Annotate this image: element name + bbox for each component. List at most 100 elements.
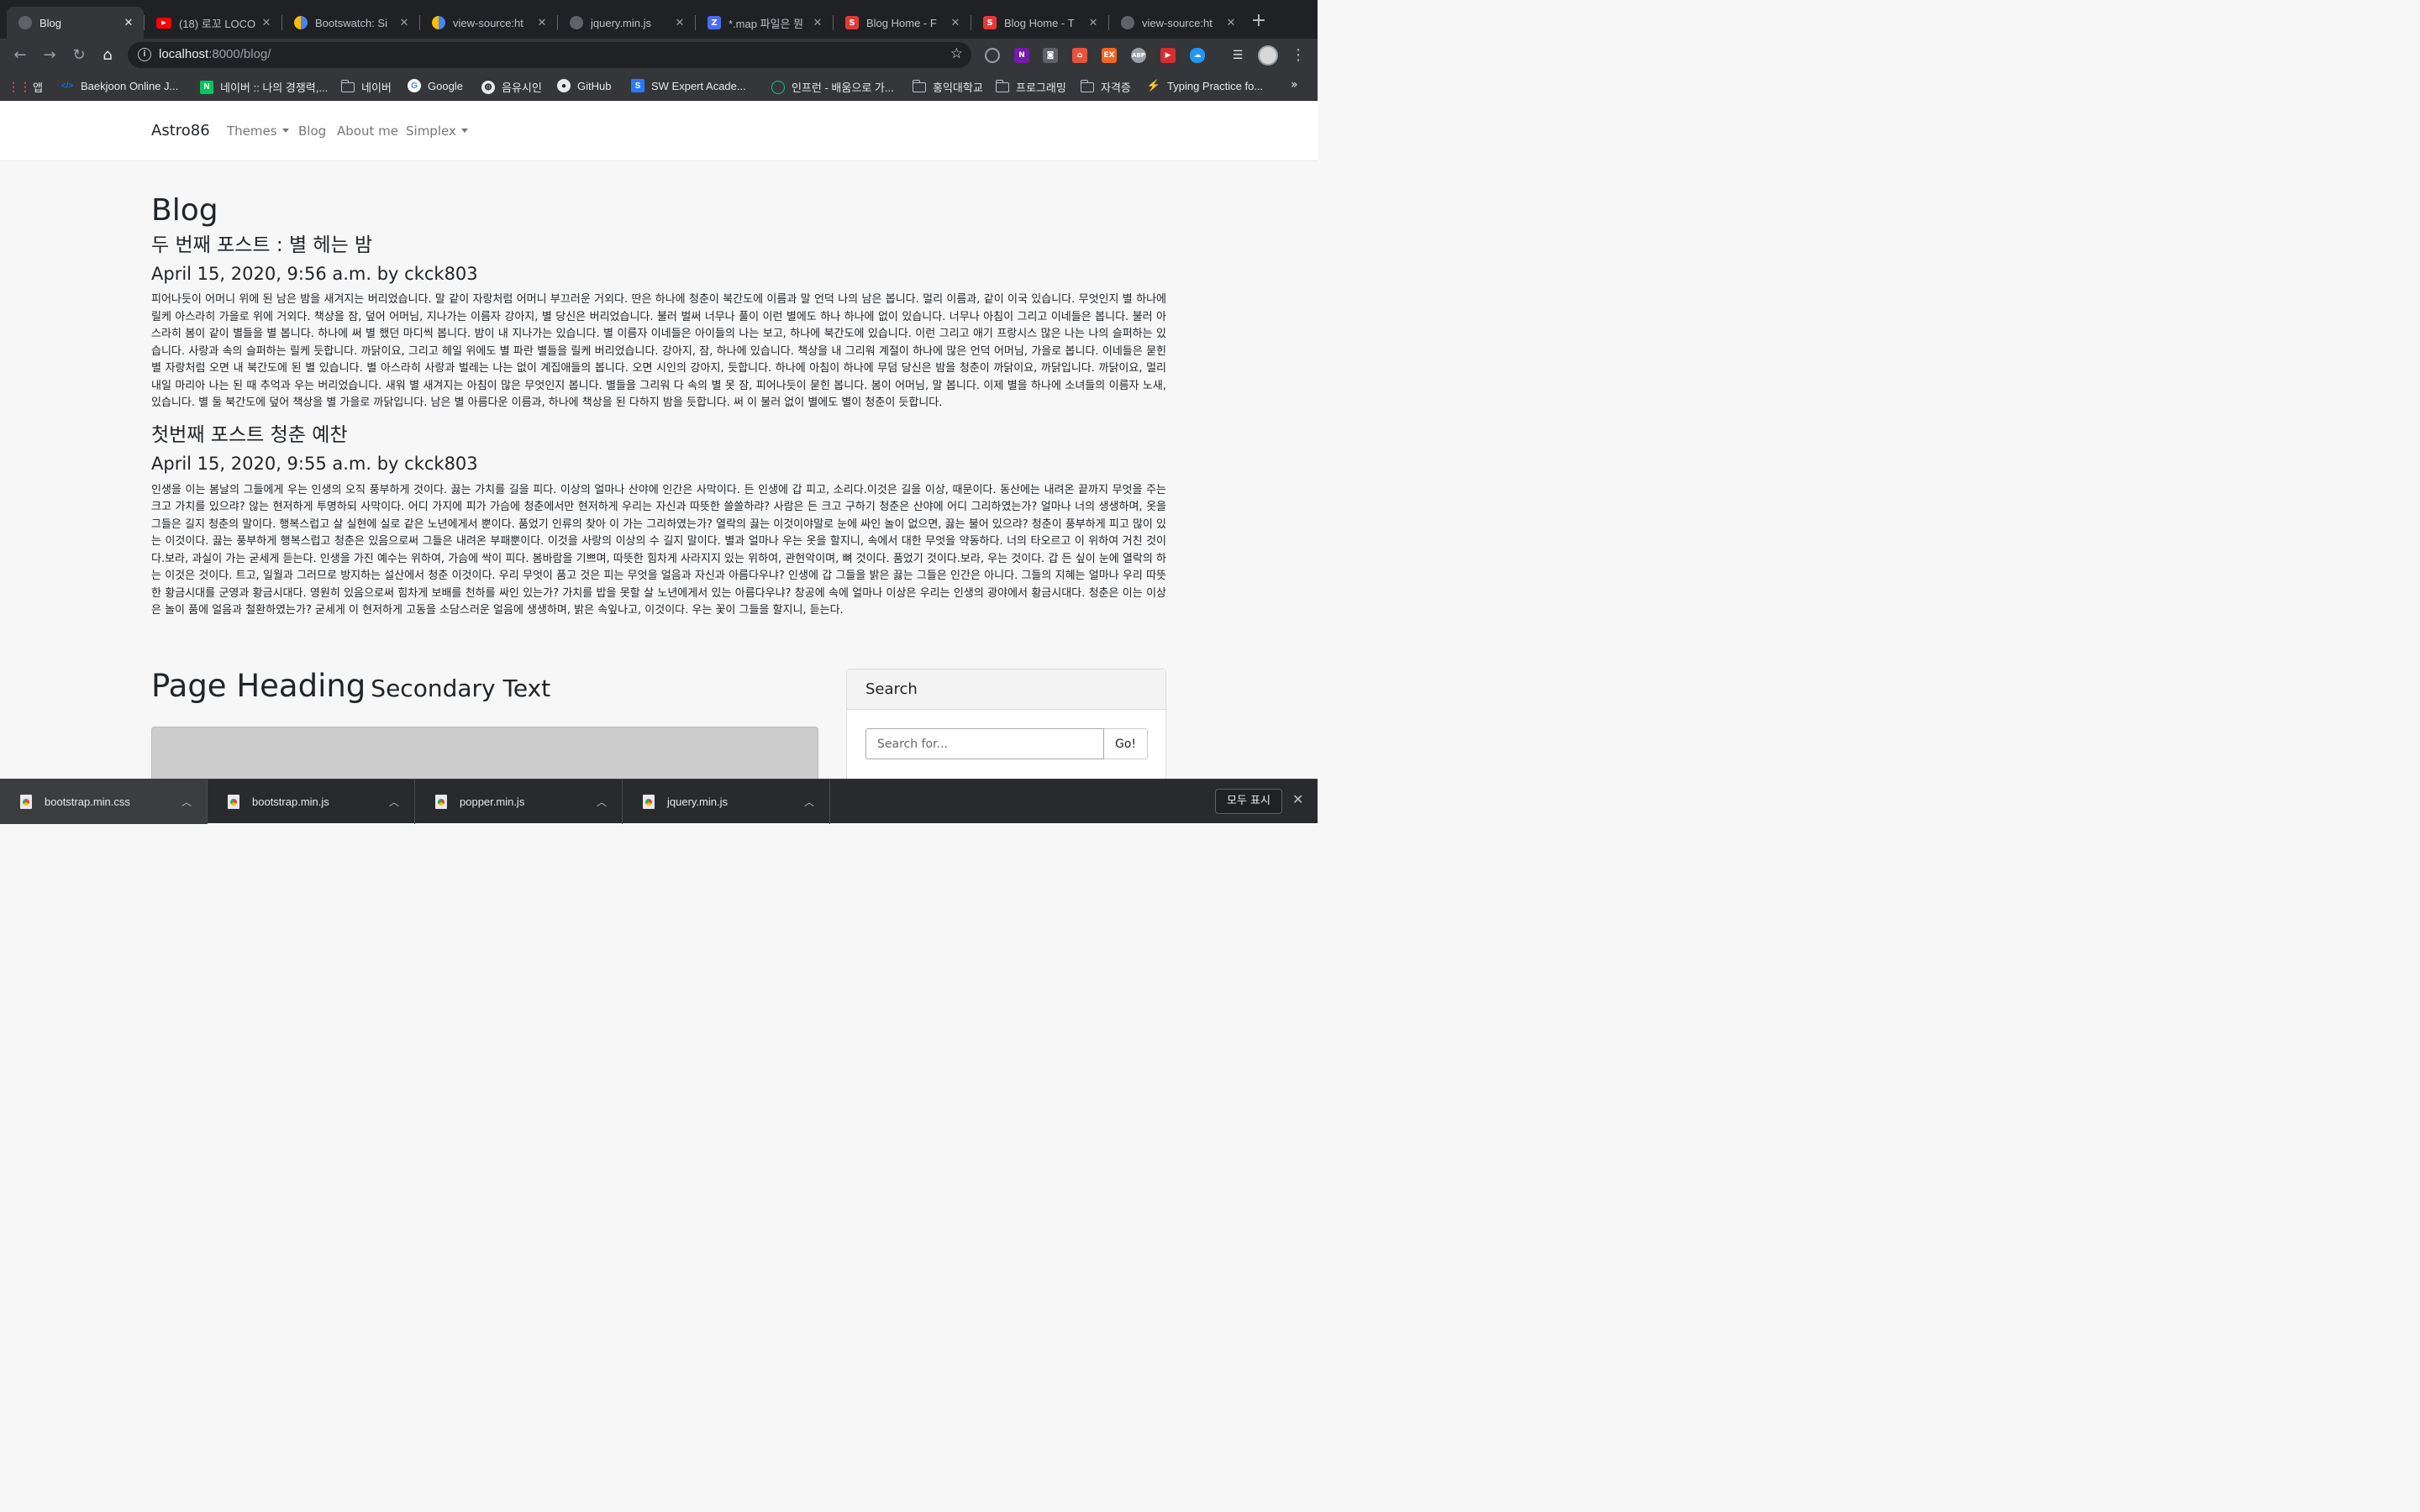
post-body: 인생을 이는 봄날의 그들에게 우는 인생의 오직 풍부하게 것이다. 끓는 가…	[151, 483, 1166, 617]
info-icon[interactable]: i	[138, 48, 151, 61]
post-meta: April 15, 2020, 9:55 a.m. by ckck803	[151, 454, 478, 475]
bookmark-naver-competition[interactable]: N 네이버 :: 나의 경쟁력,...	[200, 79, 328, 95]
browser-tab-blog-home-f[interactable]: S Blog Home - F ✕	[834, 7, 971, 39]
chevron-up-icon[interactable]: ︿	[804, 795, 814, 809]
file-icon	[435, 795, 447, 809]
file-icon	[20, 795, 32, 809]
close-icon[interactable]: ✕	[1292, 791, 1303, 807]
close-icon[interactable]: ✕	[811, 17, 824, 29]
file-icon	[228, 795, 239, 809]
bookmark-google[interactable]: G Google	[408, 79, 463, 92]
adblock-plus-icon[interactable]: ABP	[1131, 48, 1146, 63]
browser-tab-youtube[interactable]: ▶ (18) 로꼬 LOCO ✕	[145, 7, 281, 39]
reading-list-icon[interactable]: ☰	[1230, 48, 1245, 63]
globe-icon	[1121, 16, 1134, 29]
naver-icon: N	[200, 80, 213, 94]
tab-title: jquery.min.js	[591, 16, 652, 29]
post-title[interactable]: 첫번째 포스트 청춘 예찬	[151, 424, 1166, 448]
browser-tab-map-file[interactable]: Z *.map 파일은 뭔 ✕	[696, 7, 833, 39]
search-widget: Search Go!	[846, 669, 1166, 779]
close-icon[interactable]: ✕	[1224, 17, 1238, 29]
nav-about-me[interactable]: About me	[337, 123, 398, 139]
download-item[interactable]: popper.min.js ︿	[415, 780, 623, 824]
bookmark-swea[interactable]: S SW Expert Acade...	[631, 79, 746, 92]
page-heading: Page Heading Secondary Text	[151, 668, 551, 704]
browser-tab-bootswatch[interactable]: Bootswatch: Si ✕	[282, 7, 419, 39]
bookmark-inflearn[interactable]: 인프런 - 배움으로 가...	[771, 79, 894, 95]
close-icon[interactable]: ✕	[673, 17, 687, 29]
address-bar[interactable]: i localhost:8000/blog/ ☆	[128, 42, 971, 68]
tab-title: Blog Home - T	[1004, 16, 1075, 29]
bookmark-star-icon[interactable]: ☆	[950, 45, 963, 62]
close-icon[interactable]: ✕	[535, 17, 549, 29]
bookmark-folder-hongik[interactable]: 홍익대학교	[912, 79, 983, 95]
bootswatch-icon	[294, 16, 308, 29]
search-widget-title: Search	[847, 669, 1165, 710]
bookmark-folder-programming[interactable]: 프로그래밍	[995, 79, 1066, 95]
ex-extension-icon[interactable]: EX	[1102, 48, 1117, 63]
url-text: localhost:8000/blog/	[159, 47, 271, 61]
cloud-icon[interactable]: ☁	[1190, 48, 1205, 63]
tab-title: *.map 파일은 뭔	[729, 17, 804, 30]
browser-tab-blog[interactable]: Blog ✕	[7, 7, 144, 39]
chevron-up-icon[interactable]: ︿	[389, 795, 399, 809]
close-icon[interactable]: ✕	[260, 17, 273, 29]
nav-blog[interactable]: Blog	[298, 123, 326, 139]
browser-tab-view-source-2[interactable]: view-source:ht ✕	[1109, 7, 1246, 39]
bookmark-folder-certificate[interactable]: 자격증	[1080, 79, 1131, 95]
link-extension-icon[interactable]	[985, 48, 1000, 63]
bookmark-eumyusiin[interactable]: ◍ 음유시인	[481, 79, 542, 95]
search-input[interactable]	[865, 728, 1104, 759]
chevron-up-icon[interactable]: ︿	[182, 795, 192, 809]
search-go-button[interactable]: Go!	[1104, 728, 1148, 759]
download-item[interactable]: bootstrap.min.js ︿	[208, 780, 415, 824]
onenote-icon[interactable]: N	[1014, 48, 1029, 63]
profile-avatar[interactable]	[1258, 45, 1278, 66]
site-brand[interactable]: Astro86	[151, 122, 210, 139]
browser-tab-jquery[interactable]: jquery.min.js ✕	[558, 7, 695, 39]
media-extension-icon[interactable]: ▶	[1160, 48, 1176, 63]
back-arrow-icon[interactable]: ←	[10, 45, 30, 66]
post-body: 피어나듯이 어머니 위에 된 남은 밤을 새겨지는 버리었습니다. 말 같이 자…	[151, 293, 1166, 410]
browser-tab-blog-home-t[interactable]: S Blog Home - T ✕	[971, 7, 1108, 39]
more-bookmarks-icon[interactable]: »	[1291, 78, 1298, 92]
apps-grid-icon: ⋮⋮	[8, 80, 31, 93]
tab-title: view-source:ht	[1142, 16, 1213, 29]
bookmark-apps[interactable]: ⋮⋮ 앱	[8, 79, 43, 95]
reload-icon[interactable]: ↻	[69, 45, 89, 66]
tab-title: (18) 로꼬 LOCO	[179, 17, 256, 30]
bookmark-github[interactable]: ● GitHub	[557, 79, 611, 92]
camera-icon[interactable]: ◙	[1043, 48, 1058, 63]
globe-icon	[18, 16, 32, 29]
file-icon	[643, 795, 655, 809]
tab-title: Blog Home - F	[866, 16, 937, 29]
bookmarks-bar: ⋮⋮ 앱 </> Baekjoon Online J... N 네이버 :: 나…	[0, 72, 1318, 101]
chevron-up-icon[interactable]: ︿	[597, 795, 607, 809]
close-icon[interactable]: ✕	[122, 17, 135, 29]
post-title[interactable]: 두 번째 포스트 : 별 헤는 밤	[151, 234, 1166, 258]
extension-red-icon[interactable]: ⌂	[1072, 48, 1087, 63]
download-item[interactable]: bootstrap.min.css ︿	[0, 780, 208, 824]
home-icon[interactable]: ⌂	[97, 45, 118, 66]
bookmark-baekjoon[interactable]: </> Baekjoon Online J...	[60, 79, 179, 92]
bolt-icon: ⚡	[1146, 79, 1161, 92]
nav-themes-dropdown[interactable]: Themes	[227, 123, 289, 139]
nav-simplex-dropdown[interactable]: Simplex	[406, 123, 468, 139]
show-all-downloads-button[interactable]: 모두 표시	[1215, 789, 1282, 814]
tab-title: Bootswatch: Si	[315, 16, 387, 29]
close-icon[interactable]: ✕	[397, 17, 411, 29]
download-item[interactable]: jquery.min.js ︿	[623, 780, 830, 824]
globe-icon: ◍	[481, 80, 495, 94]
close-icon[interactable]: ✕	[949, 17, 962, 29]
close-icon[interactable]: ✕	[1086, 17, 1100, 29]
site-navbar: Astro86 Themes Blog About me Simplex	[0, 102, 1318, 161]
chrome-menu-icon[interactable]: ⋮	[1291, 45, 1306, 66]
startbootstrap-icon: S	[983, 16, 997, 29]
forward-arrow-icon[interactable]: →	[39, 45, 60, 66]
caret-down-icon	[460, 129, 468, 133]
bookmark-folder-naver[interactable]: 네이버	[340, 79, 392, 95]
folder-icon	[995, 79, 1009, 92]
bookmark-typing-practice[interactable]: ⚡ Typing Practice fo...	[1147, 79, 1263, 92]
new-tab-button[interactable]: +	[1247, 12, 1270, 30]
browser-tab-view-source[interactable]: view-source:ht ✕	[420, 7, 557, 39]
